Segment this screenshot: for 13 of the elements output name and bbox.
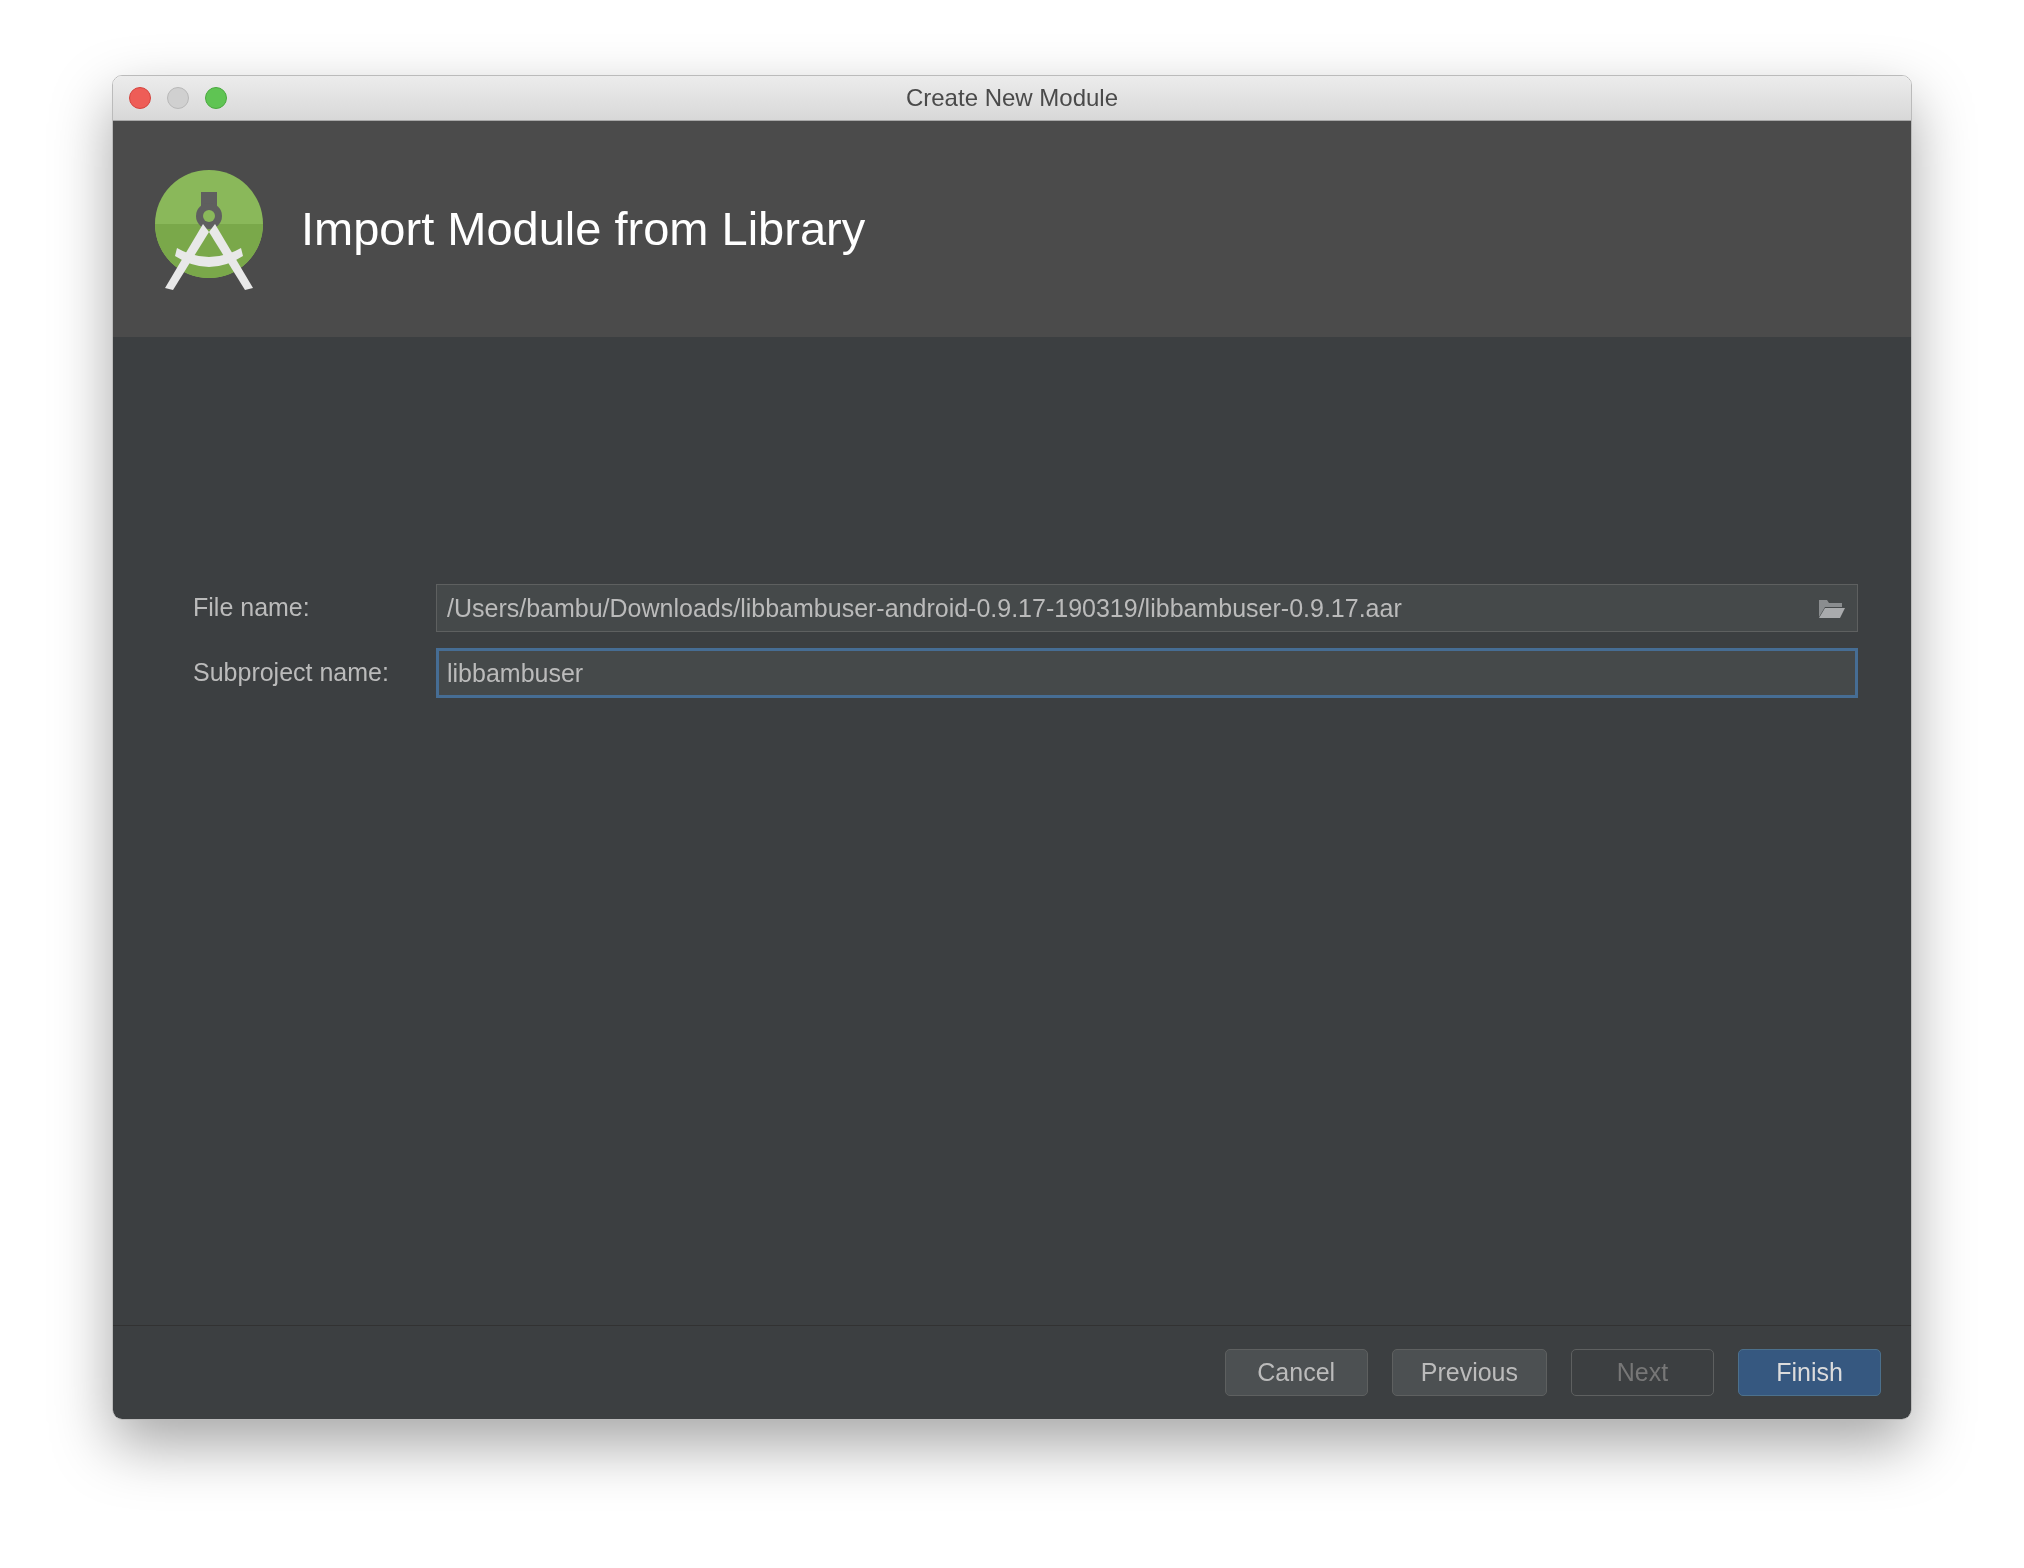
- close-button[interactable]: [129, 87, 151, 109]
- input-field[interactable]: libbambuser: [436, 648, 1858, 698]
- dialog-button[interactable]: Previous: [1391, 1349, 1547, 1396]
- window-title: Create New Module: [905, 83, 1119, 113]
- file-path-field[interactable]: /Users/bambu/Downloads/libbambuser-android-0.9.17-190319/libbambuser-0.9.17.aar: [436, 584, 1858, 632]
- compass-logo-icon: [153, 168, 265, 290]
- field-label: Subproject name:: [193, 657, 390, 689]
- dialog-heading: Import Module from Library: [301, 200, 866, 257]
- folder-icon[interactable]: [1818, 597, 1846, 619]
- dialog-button[interactable]: Cancel: [1224, 1349, 1368, 1396]
- dialog-button[interactable]: Finish: [1738, 1349, 1881, 1396]
- zoom-button[interactable]: [205, 87, 227, 109]
- field-label: File name:: [193, 592, 311, 624]
